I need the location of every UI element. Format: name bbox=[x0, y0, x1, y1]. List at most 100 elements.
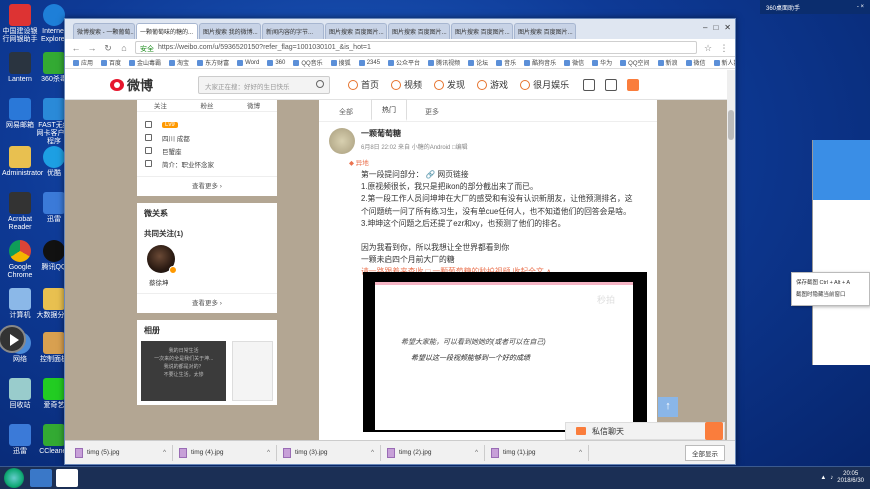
desktop-icon-admin[interactable]: Administrator bbox=[2, 146, 43, 178]
bookmark-item[interactable]: 华为 bbox=[592, 58, 612, 67]
stat-weibo[interactable]: 微博 bbox=[247, 100, 260, 111]
bookmark-item[interactable]: 论坛 bbox=[468, 58, 488, 67]
bookmark-item[interactable]: 应用 bbox=[73, 58, 93, 67]
bookmark-item[interactable]: 公众平台 bbox=[388, 58, 420, 67]
relations-more-link[interactable]: 查看更多 › bbox=[137, 293, 277, 313]
friend-name[interactable]: 蔡徐坤 bbox=[149, 277, 277, 287]
chat-icon[interactable] bbox=[705, 422, 723, 440]
desktop-icon-chrome[interactable]: Google Chrome bbox=[2, 240, 38, 280]
nav-home[interactable]: 首页 bbox=[348, 78, 379, 91]
bookmark-item[interactable]: 360 bbox=[267, 59, 285, 66]
clock[interactable]: 20:05 2018/6/30 bbox=[837, 471, 864, 485]
start-button[interactable] bbox=[4, 468, 24, 488]
download-item[interactable]: timg (4).jpg ^ bbox=[177, 444, 277, 461]
bookmark-item[interactable]: 腾讯视频 bbox=[428, 58, 460, 67]
desktop-icon-acrobat[interactable]: Acrobat Reader bbox=[2, 192, 38, 232]
author-name[interactable]: 一颗葡萄糖 bbox=[361, 128, 468, 139]
bookmark-item[interactable]: 淘宝 bbox=[169, 58, 189, 67]
chevron-up-icon[interactable]: ^ bbox=[579, 449, 582, 456]
chevron-up-icon[interactable]: ^ bbox=[371, 449, 374, 456]
home-icon[interactable]: ⌂ bbox=[119, 43, 129, 53]
download-item[interactable]: timg (2).jpg ^ bbox=[385, 444, 485, 461]
desktop-icon-lantern[interactable]: Lantern bbox=[2, 52, 38, 84]
address-bar[interactable]: 安全 https://weibo.com/u/5936520150?refer_… bbox=[135, 41, 697, 54]
bookmark-item[interactable]: 新浪 bbox=[657, 58, 678, 67]
desktop-icon-ccb[interactable]: 中国建设银行网银助手 bbox=[2, 4, 38, 44]
browser-tab[interactable]: 图片搜索 百度图片... bbox=[451, 23, 513, 39]
taskbar-app-explorer[interactable] bbox=[56, 469, 78, 487]
desktop-icon-mail[interactable]: 网易邮箱 bbox=[2, 98, 38, 130]
tab-all[interactable]: 全部 bbox=[333, 107, 359, 121]
search-input[interactable]: 大家正在搜：好好的生日快乐 bbox=[198, 75, 330, 94]
nav-video[interactable]: 视频 bbox=[391, 78, 422, 91]
tab-hot[interactable]: 热门 bbox=[371, 99, 407, 121]
album-photo[interactable]: 我的日常生活 一次来的全是我们关于坤... 我说的都是对的？ 不要让生活，太惨 bbox=[141, 341, 227, 401]
settings-icon[interactable] bbox=[605, 78, 618, 91]
message-icon[interactable] bbox=[583, 78, 596, 91]
download-item[interactable]: timg (3).jpg ^ bbox=[281, 444, 381, 461]
chevron-up-icon[interactable]: ^ bbox=[163, 449, 166, 456]
compose-icon[interactable] bbox=[627, 78, 640, 91]
browser-tab[interactable]: 图片搜索 百度图片... bbox=[325, 23, 387, 39]
bookmark-item[interactable]: 新人数据表格小窗口... bbox=[713, 58, 735, 67]
window-close-icon[interactable]: ✕ bbox=[724, 23, 731, 32]
desktop-icon-recycle[interactable]: 回收站 bbox=[2, 378, 38, 410]
nav-game[interactable]: 游戏 bbox=[477, 78, 508, 91]
window-minimize-icon[interactable]: – bbox=[703, 23, 707, 32]
stat-fans[interactable]: 粉丝 bbox=[200, 100, 213, 111]
browser-tab[interactable]: 微博搜索 - 一颗葡萄... bbox=[73, 23, 135, 39]
taskbar-app-ie[interactable] bbox=[30, 469, 52, 487]
chevron-up-icon[interactable]: ^ bbox=[267, 449, 270, 456]
browser-tab[interactable]: 图片搜索 百度图片... bbox=[388, 23, 450, 39]
browser-tab-active[interactable]: 一颗葡萄味的糖的... bbox=[136, 23, 198, 39]
context-menu-item[interactable]: 截图时隐藏当前窗口 bbox=[796, 289, 865, 301]
stat-follow[interactable]: 关注 bbox=[154, 100, 167, 111]
download-item[interactable]: timg (1).jpg ^ bbox=[489, 444, 589, 461]
reload-icon[interactable]: ↻ bbox=[103, 43, 113, 53]
back-icon[interactable]: ← bbox=[71, 43, 81, 53]
menu-icon[interactable]: ⋮ bbox=[719, 43, 729, 53]
bookmark-item[interactable]: QQ音乐 bbox=[293, 58, 323, 67]
bookmark-item[interactable]: 百度 bbox=[101, 58, 121, 67]
browser-tab[interactable]: 新闻内容的字节... bbox=[262, 23, 324, 39]
bookmark-item[interactable]: 东方财富 bbox=[197, 58, 229, 67]
bookmark-item[interactable]: 金山毒霸 bbox=[129, 58, 161, 67]
window-maximize-icon[interactable]: □ bbox=[713, 23, 718, 32]
show-all-downloads-button[interactable]: 全部显示 bbox=[685, 444, 725, 461]
level-tag[interactable]: Lv9 bbox=[162, 121, 178, 128]
search-icon[interactable] bbox=[316, 79, 324, 88]
desktop-icon-computer[interactable]: 计算机 bbox=[2, 288, 38, 320]
context-menu-item[interactable]: 保存截图 Ctrl + Alt + A bbox=[796, 277, 865, 289]
friend-avatar[interactable] bbox=[147, 245, 177, 274]
tab-more[interactable]: 更多 bbox=[419, 107, 445, 121]
bookmark-item[interactable]: Word bbox=[237, 59, 259, 66]
bookmark-item[interactable]: 酷狗音乐 bbox=[524, 58, 556, 67]
nav-discover[interactable]: 发现 bbox=[434, 78, 465, 91]
weibo-logo[interactable]: 微博 bbox=[110, 75, 190, 94]
forward-icon[interactable]: → bbox=[87, 43, 97, 53]
scrollbar-thumb[interactable] bbox=[728, 110, 734, 140]
bookmark-item[interactable]: 2345 bbox=[358, 59, 380, 66]
browser-tab[interactable]: 图片搜索 百度图片... bbox=[514, 23, 576, 39]
close-button[interactable]: × bbox=[860, 4, 864, 10]
video-player[interactable]: 秒拍 希望大家能，可以看到她她的(或者可以在自己) 希望以这一段视频能够到一个好… bbox=[363, 272, 647, 432]
bookmark-item[interactable]: 微信 bbox=[685, 58, 706, 67]
bookmark-item[interactable]: 微信 bbox=[564, 58, 584, 67]
minimize-button[interactable]: - bbox=[857, 4, 859, 10]
private-chat-bar[interactable]: 私信聊天 bbox=[565, 422, 725, 440]
star-icon[interactable]: ☆ bbox=[703, 43, 713, 53]
author-avatar[interactable] bbox=[329, 128, 355, 154]
bookmark-item[interactable]: QQ空间 bbox=[620, 58, 650, 67]
bookmark-item[interactable]: 音乐 bbox=[496, 58, 516, 67]
post-location[interactable]: ◆ 异地 bbox=[349, 157, 647, 167]
vertical-scrollbar[interactable] bbox=[727, 70, 735, 440]
back-to-top-button[interactable]: ↑ bbox=[658, 397, 678, 417]
download-item[interactable]: timg (5).jpg ^ bbox=[73, 444, 173, 461]
chevron-up-icon[interactable]: ^ bbox=[475, 449, 478, 456]
profile-more-link[interactable]: 查看更多 › bbox=[137, 176, 277, 196]
album-photo[interactable] bbox=[232, 341, 273, 401]
bookmark-item[interactable]: 搜狐 bbox=[330, 58, 351, 67]
browser-tab[interactable]: 图片搜索 我的微博... bbox=[199, 23, 261, 39]
tray-network-icon[interactable]: ▲ bbox=[820, 475, 826, 481]
desktop-icon-thunder2[interactable]: 迅雷 bbox=[2, 424, 38, 456]
